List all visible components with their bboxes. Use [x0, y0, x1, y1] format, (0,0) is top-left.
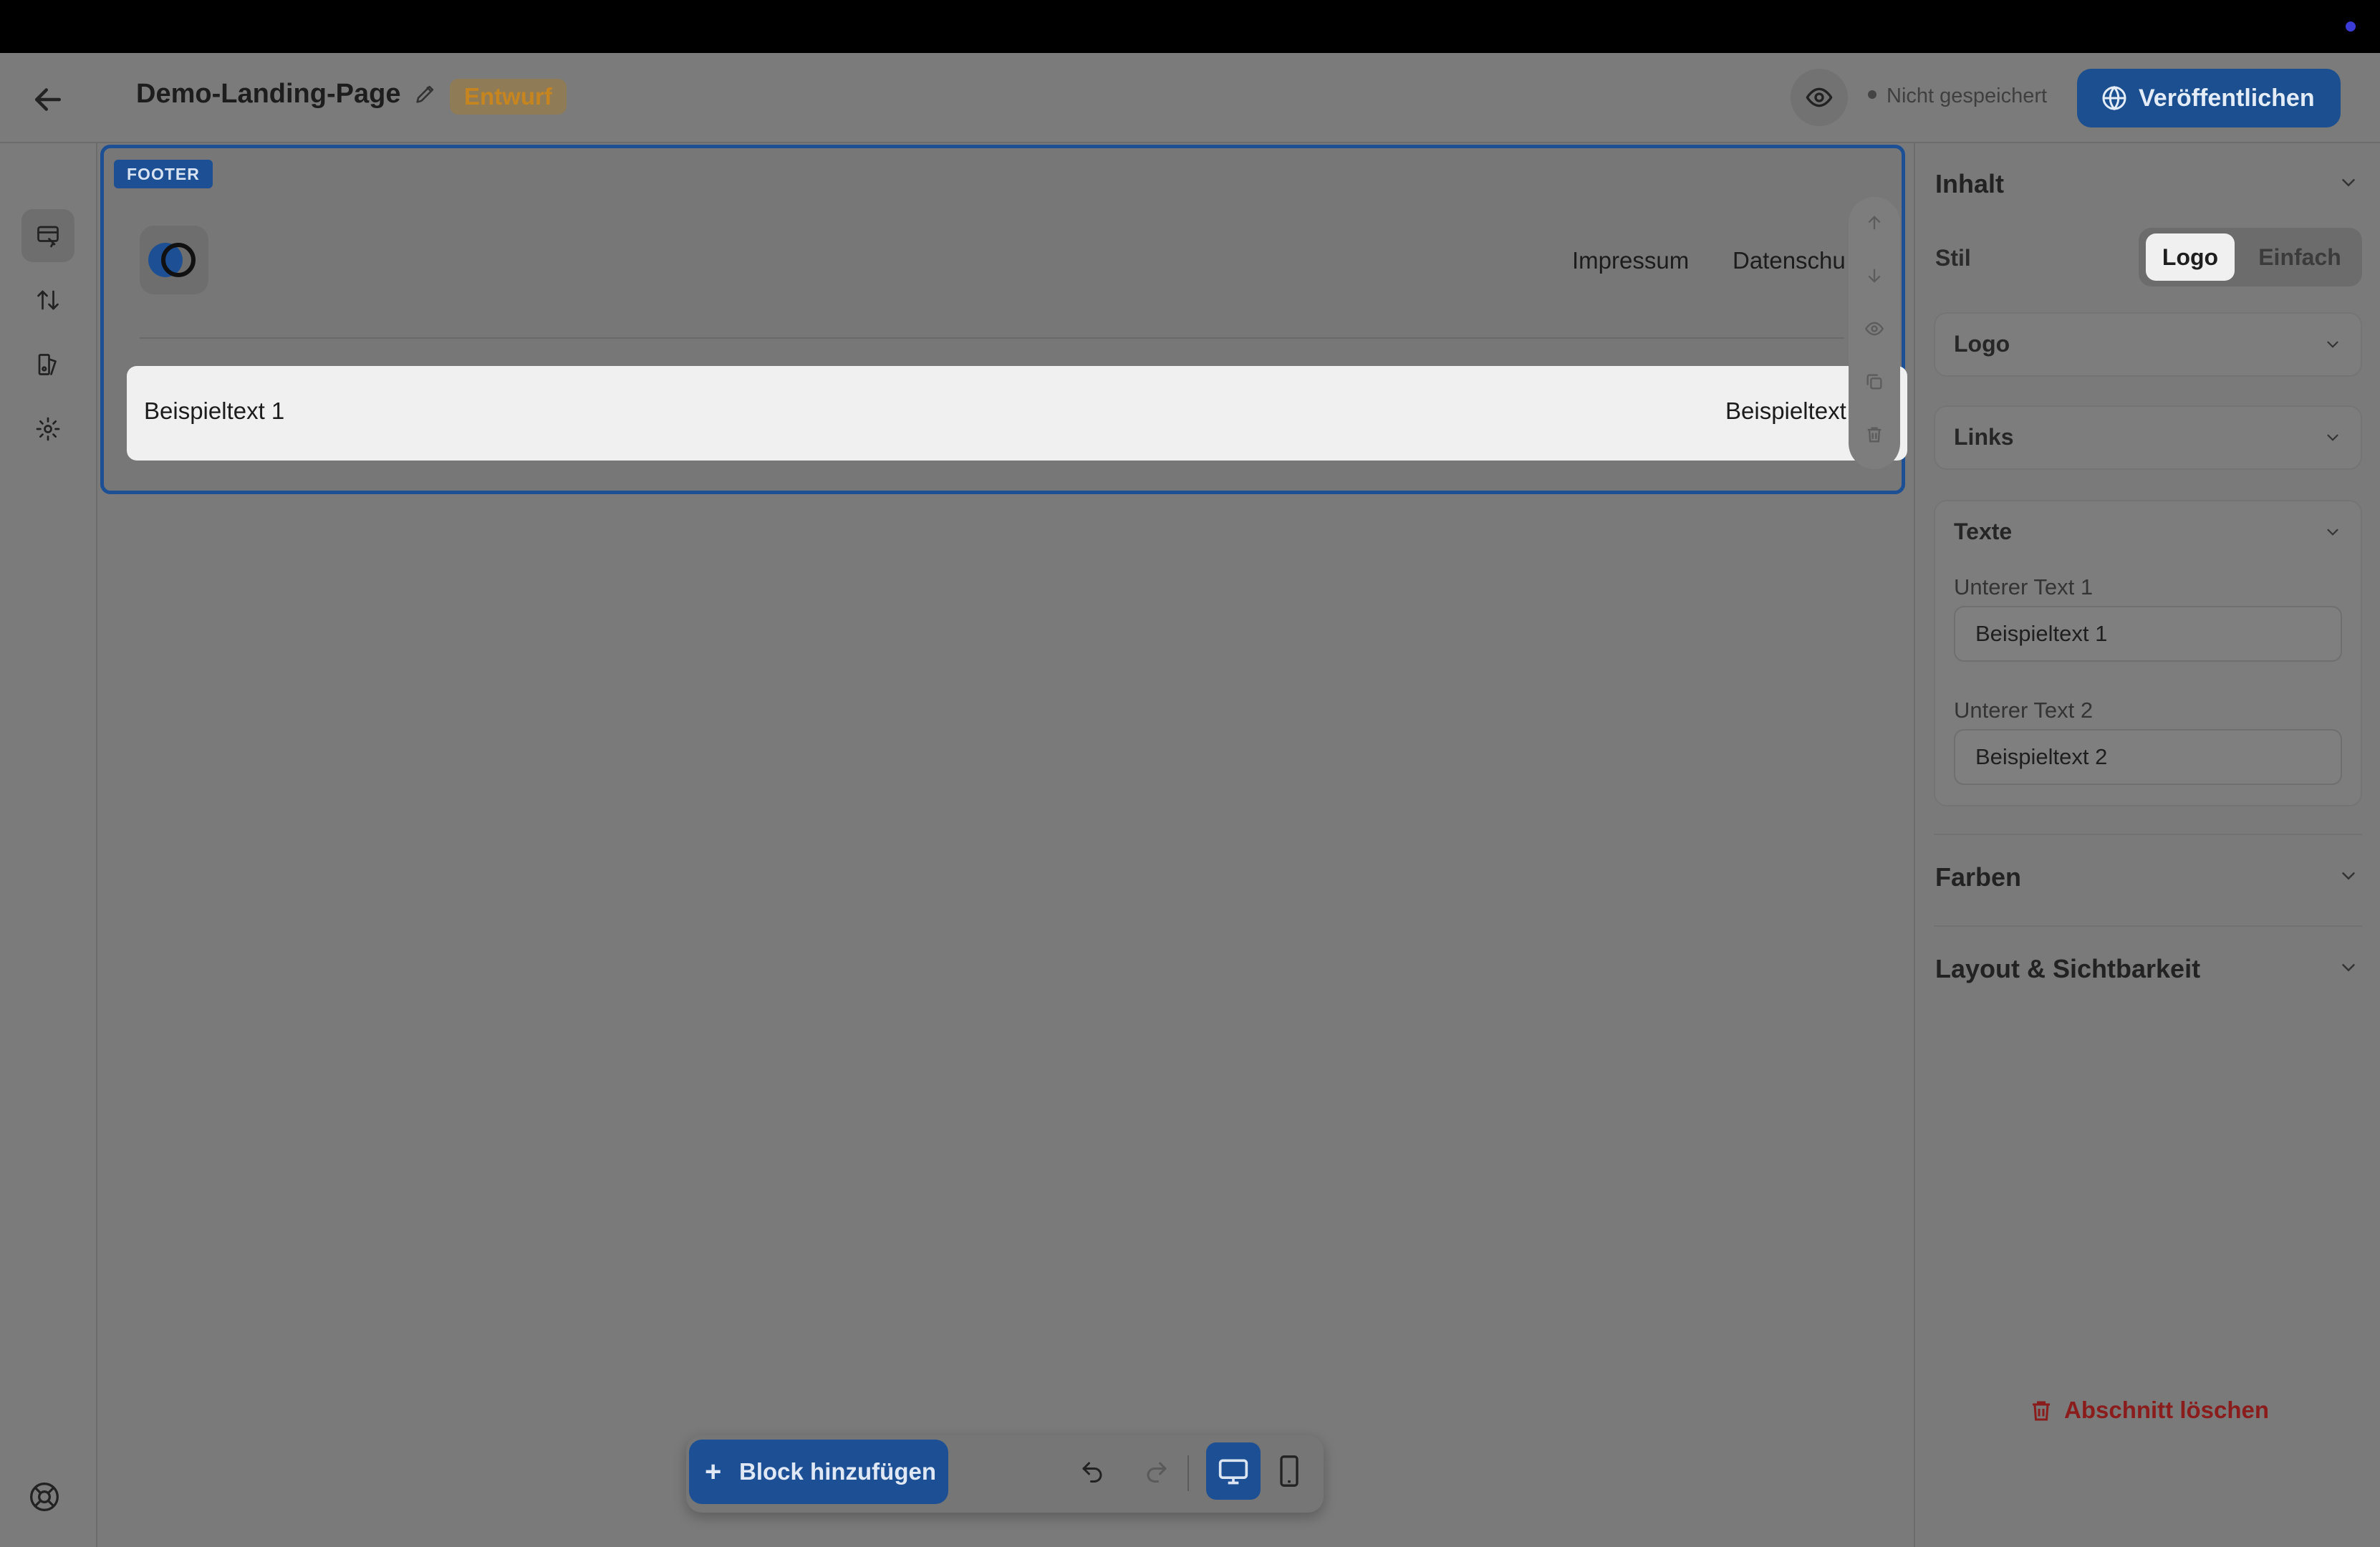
lower-text-2-label: Unterer Text 2	[1954, 698, 2094, 723]
texts-card: Texte Unterer Text 1 Unterer Text 2	[1934, 500, 2362, 806]
footer-link-datenschutz[interactable]: Datenschu	[1733, 247, 1846, 274]
redo-button[interactable]	[1132, 1447, 1182, 1497]
block-type-tag: FOOTER	[114, 160, 213, 188]
lower-text-2-field[interactable]	[1954, 729, 2342, 785]
trash-icon	[2033, 1401, 2050, 1421]
arrow-down-icon	[1868, 269, 1881, 283]
status-indicator-dot	[1868, 90, 1876, 100]
publish-label: Veröffentlichen	[2139, 85, 2315, 112]
chevron-up-icon[interactable]	[2338, 172, 2359, 193]
style-label: Stil	[1935, 245, 1971, 271]
save-status: Nicht gespeichert	[1868, 85, 2047, 108]
globe-icon	[2102, 85, 2126, 111]
desktop-view-button[interactable]	[1206, 1442, 1261, 1500]
sidebar-item-sort[interactable]	[21, 274, 74, 327]
move-up-button[interactable]	[1849, 197, 1900, 249]
style-toggle: Logo Einfach	[2139, 228, 2362, 286]
status-dot	[2346, 21, 2356, 32]
sidebar-item-sections[interactable]	[21, 209, 74, 262]
copy-icon	[1866, 374, 1882, 390]
section-divider	[1934, 925, 2362, 927]
monitor-icon	[1218, 1459, 1248, 1485]
bottom-text-1[interactable]: Beispieltext 1	[144, 397, 284, 425]
footer-link-impressum[interactable]: Impressum	[1572, 247, 1689, 274]
delete-block-button[interactable]	[1849, 409, 1900, 461]
lifebuoy-icon	[30, 1483, 59, 1511]
pencil-icon	[416, 85, 434, 103]
sidebar-item-settings[interactable]	[21, 403, 74, 456]
sidebar-item-theme[interactable]	[21, 338, 74, 391]
toggle-visibility-button[interactable]	[1849, 303, 1900, 355]
trash-icon	[1867, 427, 1882, 443]
logo-card-title: Logo	[1954, 331, 2010, 357]
bottom-text-2[interactable]: Beispieltext	[1725, 397, 1854, 425]
publish-button[interactable]: Veröffentlichen	[2077, 69, 2341, 127]
chevron-down-icon[interactable]	[2338, 865, 2359, 887]
back-button[interactable]	[29, 80, 67, 119]
theme-icon	[38, 354, 57, 375]
lower-text-1-field[interactable]	[1954, 606, 2342, 662]
undo-button[interactable]	[1067, 1447, 1117, 1497]
arrow-left-icon	[35, 88, 61, 111]
links-card[interactable]: Links	[1934, 405, 2362, 470]
mobile-view-button[interactable]	[1263, 1442, 1314, 1500]
footer-logo[interactable]	[140, 226, 208, 294]
lower-text-2-input[interactable]	[1955, 731, 2341, 784]
settings-icon	[36, 417, 60, 441]
toolbar-divider	[1187, 1455, 1189, 1491]
sort-icon	[37, 290, 59, 310]
canvas-toolbar: + Block hinzufügen	[686, 1435, 1324, 1513]
logo-shape-ring	[161, 243, 196, 277]
redo-icon	[1147, 1462, 1167, 1483]
section-divider	[1934, 834, 2362, 835]
rename-button[interactable]	[411, 82, 440, 110]
duplicate-button[interactable]	[1849, 356, 1900, 408]
add-block-button[interactable]: + Block hinzufügen	[689, 1440, 948, 1504]
sections-icon	[37, 226, 59, 248]
links-card-title: Links	[1954, 424, 2014, 450]
draft-badge: Entwurf	[450, 79, 567, 115]
footer-block[interactable]: FOOTER Impressum Datenschu Beispieltext …	[100, 145, 1907, 494]
style-option-logo[interactable]: Logo	[2146, 233, 2235, 281]
left-sidebar	[0, 143, 97, 1547]
editor-header: Demo-Landing-Page Entwurf Nicht gespeich…	[0, 53, 2380, 143]
colors-section-title[interactable]: Farben	[1935, 862, 2021, 892]
layout-section-title[interactable]: Layout & Sichtbarkeit	[1935, 954, 2200, 984]
editor-app: Demo-Landing-Page Entwurf Nicht gespeich…	[0, 53, 2380, 1547]
chevron-down-icon[interactable]	[2338, 957, 2359, 978]
chevron-down-icon	[2327, 434, 2338, 441]
properties-panel: Inhalt Stil Logo Einfach Logo Links Text…	[1914, 143, 2380, 1547]
save-status-text: Nicht gespeichert	[1887, 85, 2048, 107]
block-toolbar	[1849, 197, 1900, 469]
content-section-title[interactable]: Inhalt	[1935, 169, 2004, 199]
lower-text-1-input[interactable]	[1955, 607, 2341, 660]
chevron-down-icon	[2327, 341, 2338, 348]
texts-card-title[interactable]: Texte	[1954, 519, 2012, 545]
footer-bottom-bar[interactable]: Beispieltext 1 Beispieltext	[127, 366, 1907, 461]
phone-icon	[1280, 1455, 1299, 1487]
page-title: Demo-Landing-Page	[136, 79, 401, 109]
footer-divider	[140, 337, 1844, 339]
plus-icon: +	[705, 1456, 722, 1488]
logo-card[interactable]: Logo	[1934, 312, 2362, 377]
arrow-up-icon	[1868, 216, 1881, 230]
undo-icon	[1082, 1462, 1102, 1483]
delete-section-label: Abschnitt löschen	[2064, 1397, 2270, 1423]
add-block-label: Block hinzufügen	[739, 1458, 936, 1485]
eye-icon	[1806, 87, 1833, 107]
page-canvas: FOOTER Impressum Datenschu Beispieltext …	[97, 143, 1912, 1547]
move-down-button[interactable]	[1849, 250, 1900, 302]
chevron-up-icon[interactable]	[2323, 523, 2342, 541]
help-button[interactable]	[29, 1481, 67, 1520]
preview-button[interactable]	[1791, 69, 1848, 126]
eye-icon	[1864, 322, 1884, 336]
system-status-bar	[0, 0, 2380, 53]
style-option-simple[interactable]: Einfach	[2246, 233, 2353, 281]
lower-text-1-label: Unterer Text 1	[1954, 574, 2094, 599]
